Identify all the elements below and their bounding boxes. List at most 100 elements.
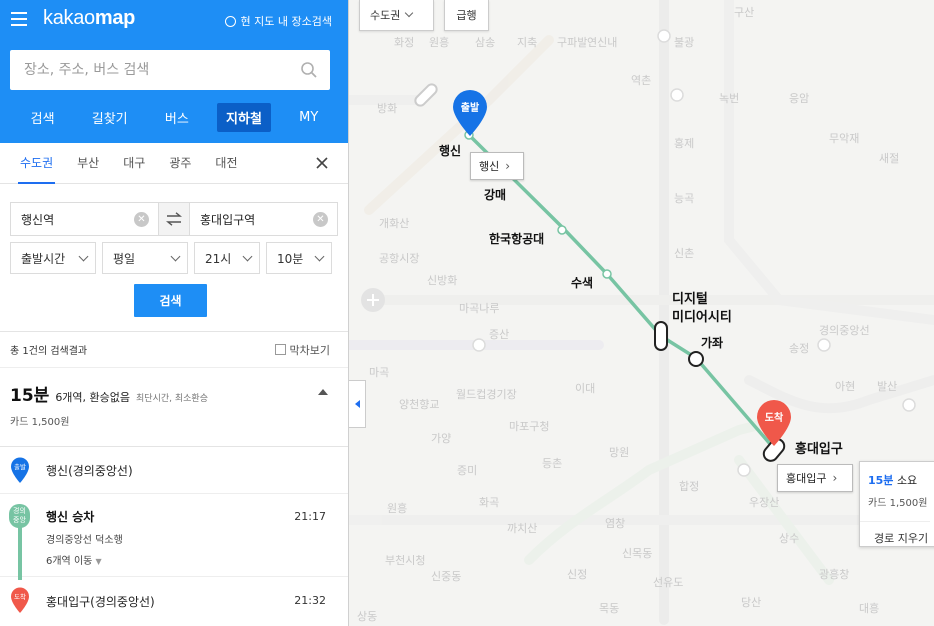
region-tab-daegu[interactable]: 대구 xyxy=(111,143,157,184)
bg-station-label: 개화산 xyxy=(379,217,410,230)
bg-station-label: 경의중앙선 xyxy=(819,324,870,337)
bg-station-label: 광흥창 xyxy=(819,568,850,581)
bg-station-label: 신방화 xyxy=(427,274,458,287)
bg-station-label: 발산 xyxy=(877,380,898,393)
bg-station-label: 증산 xyxy=(489,328,510,341)
callout-hongdae[interactable]: 홍대입구 › xyxy=(777,464,853,492)
bg-station-label: 마포구청 xyxy=(509,420,550,433)
bg-station-label: 상수 xyxy=(779,532,800,545)
express-toggle[interactable]: 급행 xyxy=(444,0,489,31)
bg-station-label: 삼송 xyxy=(475,36,496,49)
region-tab-busan[interactable]: 부산 xyxy=(65,143,111,184)
ride-time: 21:17 xyxy=(294,510,326,523)
bg-station-label: 신촌 xyxy=(674,247,695,260)
bg-station-label: 화곡 xyxy=(479,496,500,509)
bg-station-label: 연신내 xyxy=(587,36,618,49)
line-badge: 경의 중앙 xyxy=(9,504,30,528)
bg-station-label: 합정 xyxy=(679,480,700,493)
end-pin-text: 도착 xyxy=(14,593,26,601)
checkbox-icon[interactable] xyxy=(274,344,286,355)
bg-station-label: 까치산 xyxy=(507,522,538,535)
bg-station-label: 방화 xyxy=(377,102,398,115)
ride-line-info: 경의중앙선 덕소행 xyxy=(46,535,123,546)
map-end-pin-icon[interactable]: 도착 xyxy=(757,400,791,446)
top-bar: kakaomap 현 지도 내 장소검색 검색 길찾기 버스 지하철 MY xyxy=(0,0,348,143)
main-tabs: 검색 길찾기 버스 지하철 MY xyxy=(0,100,348,134)
tab-subway[interactable]: 지하철 xyxy=(217,102,271,132)
kakaomap-logo[interactable]: kakaomap xyxy=(43,7,135,30)
day-select[interactable]: 평일 xyxy=(102,242,188,274)
chevron-down-icon xyxy=(78,251,89,261)
sidebar-collapse-button[interactable] xyxy=(349,380,366,428)
route-fare: 카드 1,500원 xyxy=(10,417,70,428)
start-station: 행신(경의중앙선) xyxy=(46,463,133,478)
start-pin-icon: 출발 xyxy=(11,457,29,483)
chevron-down-icon xyxy=(314,251,325,261)
start-pin-text: 출발 xyxy=(14,462,26,471)
last-train-toggle[interactable]: 막차보기 xyxy=(274,342,330,358)
destination-field-wrap: ✕ xyxy=(190,203,337,235)
station-dmc-line1[interactable]: 디지털 xyxy=(672,288,708,307)
radio-icon[interactable] xyxy=(224,15,236,27)
depart-option-value: 출발시간 xyxy=(21,251,66,266)
bg-station-label: 녹번 xyxy=(719,92,740,105)
region-tabs: 수도권 부산 대구 광주 대전 xyxy=(0,143,348,184)
bg-station-label: 무악재 xyxy=(829,132,860,145)
station-dmc-line2[interactable]: 미디어시티 xyxy=(672,306,732,325)
station-haengsin[interactable]: 행신 xyxy=(439,142,461,159)
hour-select[interactable]: 21시 xyxy=(194,242,260,274)
menu-icon[interactable] xyxy=(11,12,27,26)
current-area-search-toggle[interactable]: 현 지도 내 장소검색 xyxy=(224,13,332,29)
close-icon[interactable] xyxy=(314,155,330,171)
map-region-select[interactable]: 수도권 xyxy=(359,0,434,31)
bg-station-label: 월드컵경기장 xyxy=(456,388,517,401)
origin-field-wrap: ✕ xyxy=(11,203,158,235)
swap-button[interactable] xyxy=(158,203,190,235)
map-region-value: 수도권 xyxy=(370,9,401,22)
info-fare: 카드 1,500원 xyxy=(868,498,928,509)
chevron-right-icon: › xyxy=(832,471,838,485)
tab-my[interactable]: MY xyxy=(290,105,327,130)
bg-station-label: 증미 xyxy=(457,464,478,477)
region-tab-gwangju[interactable]: 광주 xyxy=(157,143,203,184)
bg-station-label: 능곡 xyxy=(674,192,695,205)
ride-move-toggle[interactable]: 6개역 이동 ▼ xyxy=(46,552,348,567)
express-label: 급행 xyxy=(456,9,477,22)
hour-value: 21시 xyxy=(205,251,232,266)
route-search-button[interactable]: 검색 xyxy=(134,284,207,317)
station-susaek[interactable]: 수색 xyxy=(571,274,593,291)
region-tab-daejeon[interactable]: 대전 xyxy=(203,143,249,184)
bg-station-label: 새절 xyxy=(879,152,900,165)
map-start-pin-text: 출발 xyxy=(461,101,480,114)
depart-option-select[interactable]: 출발시간 xyxy=(10,242,96,274)
region-tab-capital[interactable]: 수도권 xyxy=(8,143,65,184)
station-hongdae[interactable]: 홍대입구 xyxy=(795,438,843,457)
bg-station-label: 마곡나루 xyxy=(459,302,500,315)
clear-destination-icon[interactable]: ✕ xyxy=(313,212,328,227)
search-input[interactable] xyxy=(10,50,330,90)
station-aerospace[interactable]: 한국항공대 xyxy=(489,230,544,247)
map-end-pin-text: 도착 xyxy=(765,411,784,424)
line-badge-text-2: 중앙 xyxy=(13,516,26,524)
station-gajwa[interactable]: 가좌 xyxy=(701,334,723,351)
bg-station-label: 송정 xyxy=(789,342,810,355)
bg-station-label: 공항시장 xyxy=(379,252,420,265)
chevron-down-icon xyxy=(170,251,181,261)
callout-haengsin[interactable]: 행신 › xyxy=(470,152,524,180)
station-gangmae[interactable]: 강매 xyxy=(484,186,506,203)
search-icon[interactable] xyxy=(300,61,318,79)
step-ride: 경의 중앙 행신 승차 경의중앙선 덕소행 6개역 이동 ▼ 21:17 xyxy=(0,494,348,580)
tab-bus[interactable]: 버스 xyxy=(156,103,198,132)
minute-select[interactable]: 10분 xyxy=(266,242,332,274)
ride-move-text: 6개역 이동 xyxy=(46,556,93,567)
bg-station-label: 원흥 xyxy=(387,502,408,515)
tab-search[interactable]: 검색 xyxy=(22,103,64,132)
route-summary[interactable]: 15분 6개역, 환승없음 최단시간, 최소환승 카드 1,500원 xyxy=(0,368,348,447)
clear-route-button[interactable]: 경로 지우기 xyxy=(860,521,930,546)
bg-station-label: 염창 xyxy=(605,517,626,530)
collapse-icon[interactable] xyxy=(318,389,328,395)
tab-directions[interactable]: 길찾기 xyxy=(83,103,137,132)
subway-map[interactable]: 출발 도착 화정 원흥 삼송 지축 구파발 연신내 불광 구산 역촌 녹번 응암 홍제 무악재 새절 능곡 방… xyxy=(349,0,934,626)
clear-origin-icon[interactable]: ✕ xyxy=(134,212,149,227)
end-time: 21:32 xyxy=(294,594,326,607)
